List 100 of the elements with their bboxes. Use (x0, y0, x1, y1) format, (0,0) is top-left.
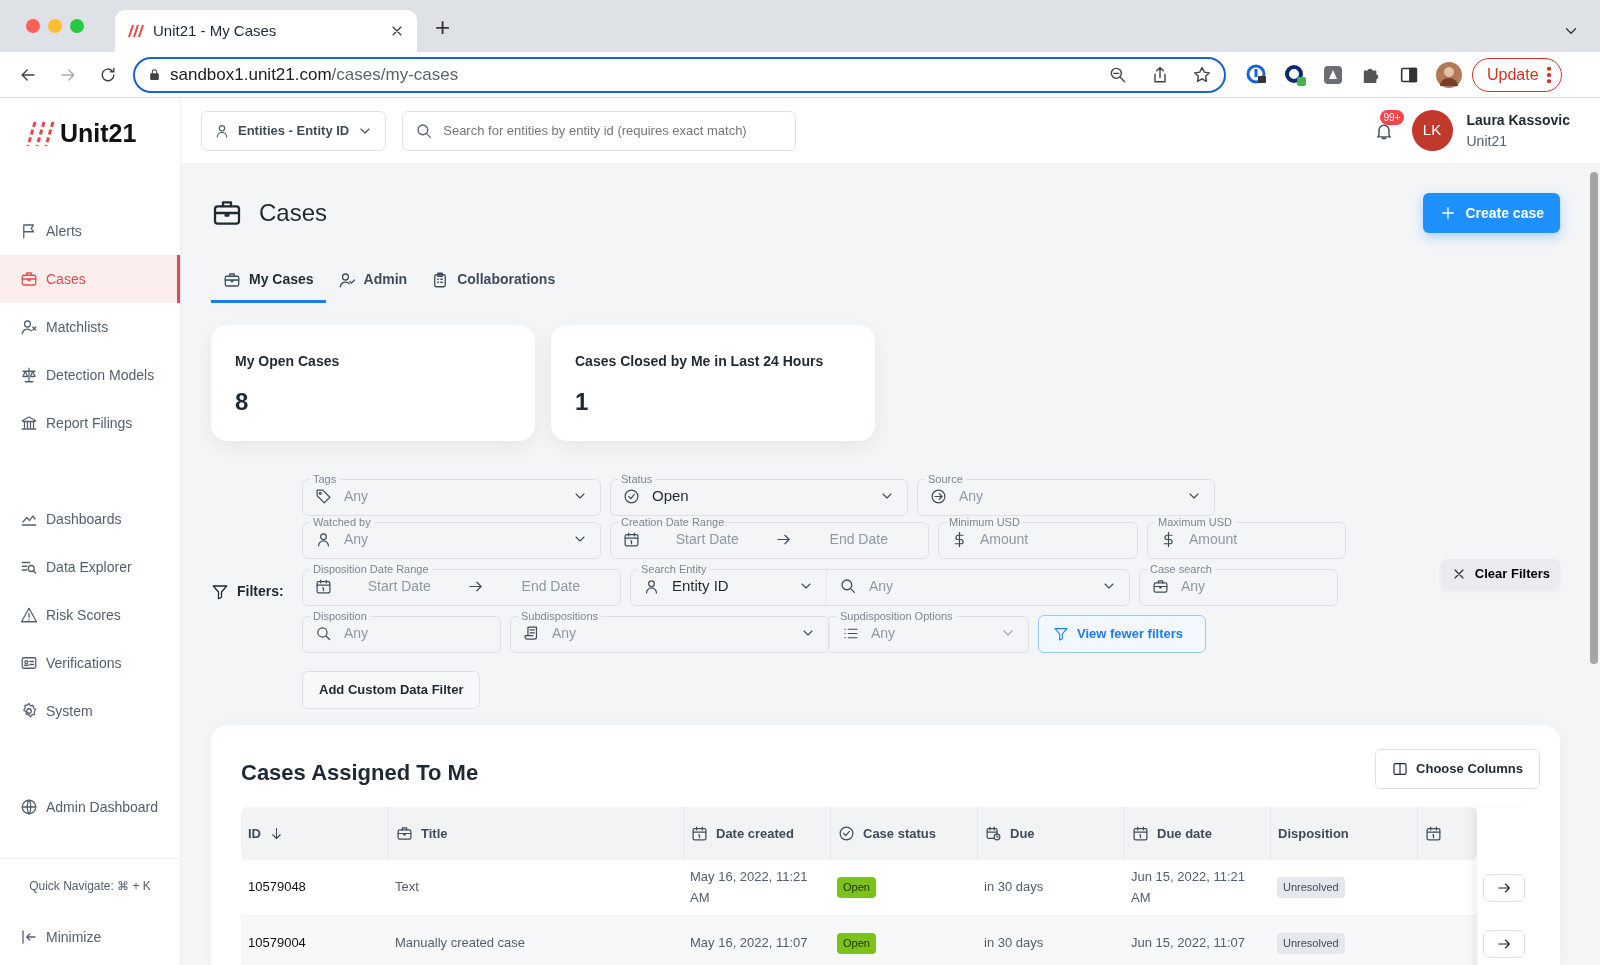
input-field[interactable]: Start Date (342, 574, 457, 598)
disposition-tag: Unresolved (1277, 877, 1345, 898)
arrow-right-icon (1495, 936, 1512, 952)
input-field[interactable]: Any (342, 527, 562, 551)
table-cell-text: in 30 days (984, 934, 1044, 953)
choose-columns-button[interactable]: Choose Columns (1375, 749, 1540, 789)
field-label: Source (927, 474, 964, 485)
column-header[interactable]: ID (241, 807, 388, 860)
input-field[interactable]: Amount (978, 527, 1125, 551)
input-field[interactable]: Any (550, 621, 790, 645)
update-button[interactable]: Update (1472, 57, 1562, 92)
input-field[interactable]: Any (342, 621, 488, 645)
input-field[interactable]: Open (650, 483, 869, 509)
minimize-button[interactable]: Minimize (0, 917, 180, 957)
square-app-icon[interactable] (1322, 63, 1344, 86)
field-label: Watched by (312, 517, 372, 528)
entity-search-field[interactable]: Search for entities by entity id (requires exact match) (402, 110, 797, 151)
settings-icon (20, 702, 38, 720)
entity-search-field[interactable]: Search Entity Entity ID Any (630, 564, 1130, 606)
search-field[interactable]: Case search Any (1139, 564, 1338, 606)
select-field[interactable]: Tags Any (302, 474, 601, 516)
arrow-circle-icon (930, 487, 947, 505)
open-case-button[interactable] (1482, 930, 1525, 958)
table-cell-text: in 30 days (984, 878, 1044, 897)
tab[interactable]: Collaborations (419, 259, 568, 303)
amount-field[interactable]: Maximum USD Amount (1147, 517, 1346, 559)
tag-icon (315, 487, 332, 505)
input-field[interactable]: Any (1179, 574, 1325, 598)
select-field[interactable]: Source Any (917, 474, 1215, 516)
entity-type-select[interactable]: Entities - Entity ID (201, 110, 387, 151)
new-tab-button[interactable]: + (435, 14, 451, 40)
browser-tab[interactable]: Unit21 - My Cases (115, 10, 417, 52)
amount-field[interactable]: Minimum USD Amount (938, 517, 1138, 559)
open-case-button[interactable] (1482, 874, 1525, 902)
sidebar-item[interactable]: Alerts (0, 207, 180, 255)
select-field[interactable]: Subdispositions Any (510, 611, 829, 653)
column-header[interactable]: Case status (830, 807, 977, 860)
select-field[interactable]: Status Open (610, 474, 908, 516)
search-icon (839, 577, 857, 595)
collapse-icon (20, 928, 38, 946)
input-field[interactable]: Amount (1187, 527, 1333, 551)
sidebar-item[interactable]: Risk Scores (0, 591, 180, 639)
column-header[interactable]: Due date (1124, 807, 1270, 860)
lock-icon (147, 67, 162, 82)
date-range-field[interactable]: Creation Date Range Start Date End Date (610, 517, 929, 559)
tab[interactable]: Admin (325, 259, 420, 303)
sidebar-item[interactable]: Data Explorer (0, 543, 180, 591)
input-field[interactable]: End Date (801, 527, 916, 551)
column-header[interactable]: Due (977, 807, 1124, 860)
stat-label: My Open Cases (235, 352, 341, 371)
sidebar-item[interactable]: Verifications (0, 639, 180, 687)
column-header[interactable]: Date created (683, 807, 830, 860)
briefcase-icon (1152, 577, 1169, 595)
address-bar[interactable]: sandbox1.unit21.com/cases/my-cases (133, 56, 1226, 93)
field-label: Search Entity (640, 564, 708, 575)
person-icon (643, 577, 660, 595)
id-card-icon (20, 654, 38, 672)
sidebar-item[interactable]: Detection Models (0, 351, 180, 399)
input-field[interactable]: Any (869, 621, 990, 645)
field-label: Maximum USD (1157, 517, 1233, 528)
column-header[interactable]: Title (388, 807, 683, 860)
calendar-clock-icon (985, 825, 1002, 842)
input-field[interactable]: Start Date (650, 527, 765, 551)
user-avatar[interactable]: LK (1411, 110, 1453, 151)
input-field[interactable]: End Date (493, 574, 608, 598)
url-text: sandbox1.unit21.com/cases/my-cases (170, 63, 460, 86)
add-custom-filter-button[interactable]: Add Custom Data Filter (302, 671, 481, 709)
sidebar-item[interactable]: Matchlists (0, 303, 180, 351)
scrollbar-thumb[interactable] (1590, 172, 1598, 664)
table-cell-text: 10579004 (248, 934, 306, 953)
sidebar-item[interactable]: Dashboards (0, 495, 180, 543)
sidebar-item[interactable]: System (0, 687, 180, 735)
sidebar-item[interactable]: Cases (0, 255, 180, 303)
sidebar-item[interactable]: Admin Dashboard (0, 783, 180, 831)
filters-label: Filters: (237, 582, 284, 601)
tab[interactable]: My Cases (211, 259, 326, 303)
search-input[interactable]: Search for entities by entity id (requires exact match) (441, 119, 784, 142)
table-cell-text: May 16, 2022, 11:21 AM (690, 867, 809, 907)
search-field[interactable]: Disposition Any (302, 611, 501, 653)
ring-icon[interactable] (1284, 63, 1306, 86)
field-label: Case search (1149, 564, 1213, 575)
logo-icon (127, 23, 145, 39)
select-field[interactable]: Watched by Any (302, 517, 601, 559)
bookmark-star-icon[interactable] (1192, 64, 1212, 85)
date-range-field[interactable]: Disposition Date Range Start Date End Date (302, 564, 621, 606)
clear-filters-button[interactable]: Clear Filters (1440, 558, 1560, 589)
logo-mark (26, 120, 56, 148)
select-field[interactable]: Supdisposition Options Any (829, 611, 1029, 653)
calendar-icon[interactable] (1425, 825, 1442, 842)
view-fewer-filters-button[interactable]: View fewer filters (1038, 615, 1206, 653)
field-label: Minimum USD (948, 517, 1021, 528)
lock-badge-icon[interactable] (1246, 63, 1268, 86)
input-field[interactable]: Any (957, 484, 1176, 508)
input-field[interactable]: Any (342, 484, 562, 508)
input-field[interactable]: Any (867, 574, 1091, 598)
sidebar-item[interactable]: Report Filings (0, 399, 180, 447)
profile-avatar[interactable] (1436, 61, 1462, 88)
field-label: Creation Date Range (620, 517, 726, 528)
column-header[interactable]: Disposition (1270, 807, 1417, 860)
person-icon (214, 122, 230, 139)
